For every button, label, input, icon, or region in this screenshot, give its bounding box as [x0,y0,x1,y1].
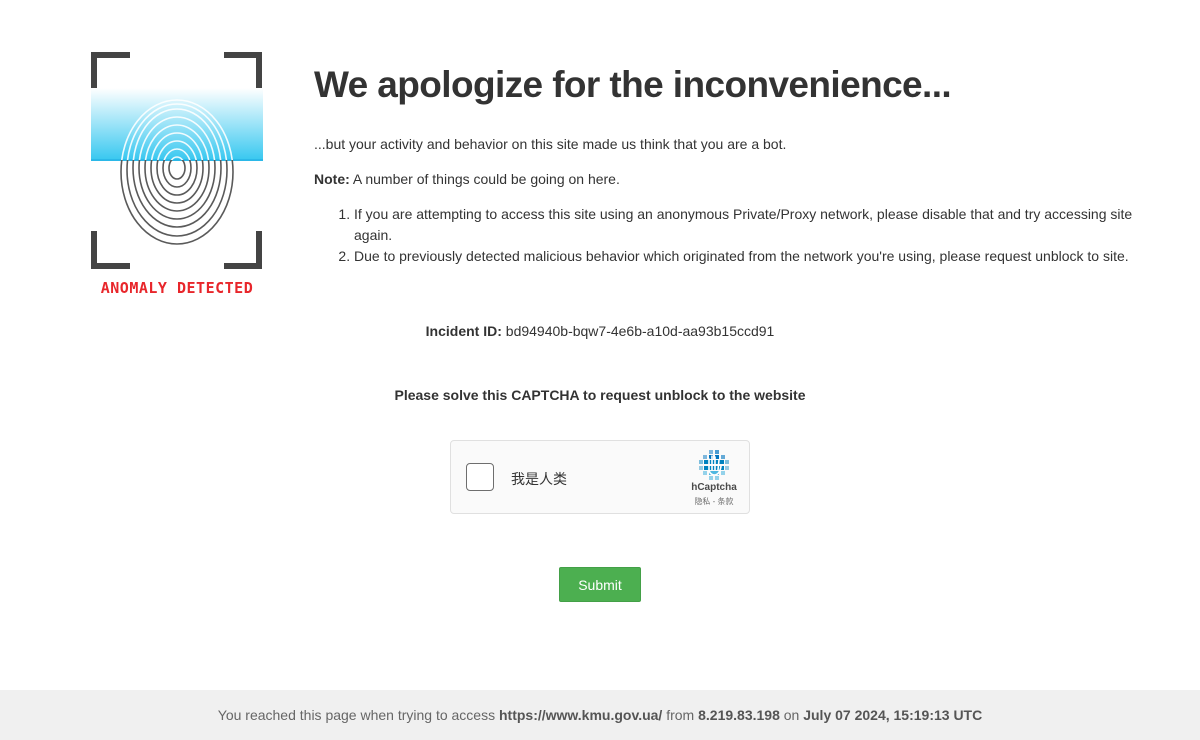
page-title: We apologize for the inconvenience... [314,64,952,105]
footer-url: https://www.kmu.gov.ua/ [498,707,663,723]
captcha-prompt: Please solve this CAPTCHA to request unb… [394,387,806,403]
hcaptcha-widget: 我是人类 hCaptcha 隐私 - 条款 [450,440,750,514]
hcaptcha-checkbox-label: 我是人类 [511,471,567,487]
footer-ip: 8.219.83.198 [698,707,780,723]
footer-prefix: You reached this page when trying to acc… [217,707,499,723]
list-item: If you are attempting to access this sit… [354,204,1174,246]
footer-on: on [779,707,804,723]
hcaptcha-logo-icon [699,450,729,480]
hcaptcha-checkbox[interactable] [466,463,494,491]
reasons-list: If you are attempting to access this sit… [314,204,1174,267]
note-body: A number of things could be going on her… [349,171,620,187]
note-text: Note: A number of things could be going … [314,171,620,187]
anomaly-detected-caption: ANOMALY DETECTED [100,279,254,297]
fingerprint-scan-icon [91,52,263,269]
footer: You reached this page when trying to acc… [0,690,1200,740]
incident-label: Incident ID: [425,323,502,339]
footer-from: from [662,707,699,723]
incident-id: Incident ID: bd94940b-bqw7-4e6b-a10d-aa9… [0,323,1200,339]
anomaly-logo: ANOMALY DETECTED [88,48,266,300]
note-label: Note: [314,171,350,187]
footer-datetime: July 07 2024, 15:19:13 UTC [803,707,983,723]
main-content: We apologize for the inconvenience... ..… [314,62,1174,264]
list-item: Due to previously detected malicious beh… [354,246,1174,267]
incident-value: bd94940b-bqw7-4e6b-a10d-aa93b15ccd91 [501,323,775,339]
submit-button[interactable]: Submit [559,567,641,602]
lead-text: ...but your activity and behavior on thi… [314,136,787,152]
hcaptcha-privacy-terms-link[interactable]: 隐私 - 条款 [676,496,752,507]
hcaptcha-brand: hCaptcha [691,482,737,493]
